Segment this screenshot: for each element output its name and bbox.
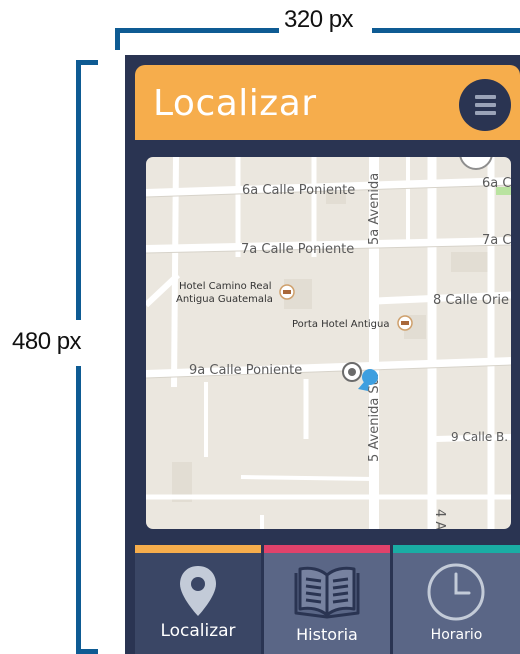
tab-historia[interactable]: Historia [264,545,390,654]
width-dimension-line-right [372,28,520,33]
menu-button[interactable] [459,79,511,131]
hamburger-menu-icon [475,95,496,99]
tab-localizar[interactable]: Localizar [135,545,261,654]
hotel-marker-icon[interactable] [397,315,413,331]
tab-horario[interactable]: Horario [393,545,520,654]
tab-body: Horario [393,553,520,654]
location-pin-icon [180,566,216,616]
tab-label-horario: Horario [430,627,483,643]
tab-body: Localizar [135,553,261,654]
map-building [451,252,491,272]
hotel-marker-icon[interactable] [279,284,295,300]
map-label-c6a: 6a C [482,176,511,191]
map-label-calle7: 7a Calle Poniente [241,242,354,257]
map-place-porta: Porta Hotel Antigua [292,319,390,330]
tab-body: Historia [264,553,390,654]
hamburger-menu-icon-bar [475,111,496,115]
height-dimension-line-bottom [76,366,81,654]
height-dimension-tick-bottom [76,649,98,654]
tab-accent-bar [264,545,390,553]
book-icon [294,566,360,619]
map-label-calle9: 9a Calle Poniente [189,363,302,378]
map-place-hotel-line2: Antigua Guatemala [176,294,273,305]
map-label-av4sur: 4 Avenida Sur [432,509,447,529]
app-screen: Localizar 6a Calle Poniente 7a Calle Pon… [125,55,520,654]
width-dimension-label: 320 px [284,6,354,33]
hamburger-menu-icon-bar [475,103,496,107]
map-road-small [240,475,375,481]
clock-icon [427,563,485,621]
home-marker-icon[interactable] [342,362,362,382]
tab-accent-bar [393,545,520,553]
map-road-west [171,157,179,388]
tab-label-historia: Historia [296,625,358,644]
height-dimension-line-top [76,60,81,320]
tab-accent-bar [135,545,261,553]
map-label-c7a: 7a C [482,233,511,248]
page-title: Localizar [153,83,317,124]
map-label-calle6: 6a Calle Poniente [242,183,355,198]
map-canvas[interactable]: 6a Calle Poniente 7a Calle Poniente 9a C… [146,157,511,529]
map-label-calle8: 8 Calle Orie [433,293,509,308]
app-header: Localizar [135,65,520,140]
map-place-hotel-line1: Hotel Camino Real [179,281,272,292]
bottom-tab-bar: Localizar Historia Horario [135,545,520,654]
map-label-calle9b: 9 Calle B. [451,430,508,444]
height-dimension-label: 480 px [12,328,82,355]
tab-label-localizar: Localizar [160,621,236,641]
map-label-av5a: 5a Avenida [367,173,382,245]
compass-icon[interactable] [459,157,493,170]
map-view[interactable]: 6a Calle Poniente 7a Calle Poniente 9a C… [146,157,511,529]
width-dimension-line-left [115,28,279,33]
